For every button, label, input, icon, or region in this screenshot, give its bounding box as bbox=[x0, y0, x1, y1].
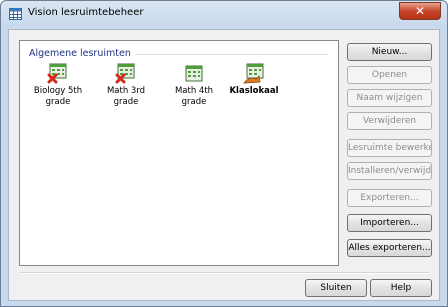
grid-icon bbox=[9, 8, 22, 20]
group-title: Algemene lesruimten bbox=[29, 48, 135, 59]
list-item[interactable]: Math 4th grade bbox=[164, 63, 224, 107]
item-label-line1: Biology 5th bbox=[33, 86, 83, 96]
rename-button[interactable]: Naam wijzigen bbox=[347, 89, 432, 107]
window-title: Vision lesruimtebeheer bbox=[28, 7, 144, 18]
import-button[interactable]: Importeren... bbox=[347, 214, 432, 232]
classroom-list[interactable]: Algemene lesruimten Biology 5th grade Ma… bbox=[19, 40, 339, 266]
classroom-shared-icon bbox=[243, 63, 264, 84]
close-dialog-button[interactable]: Sluiten bbox=[305, 279, 367, 297]
close-button[interactable]: ✕ bbox=[399, 2, 441, 20]
item-label-line1: Math 3rd bbox=[106, 86, 146, 96]
group-header: Algemene lesruimten bbox=[29, 48, 329, 60]
edit-classroom-button[interactable]: Lesruimte bewerken bbox=[347, 139, 432, 157]
footer-divider bbox=[19, 272, 429, 274]
classroom-error-icon bbox=[47, 63, 67, 84]
new-button[interactable]: Nieuw... bbox=[347, 43, 432, 61]
help-button[interactable]: Help bbox=[370, 279, 432, 297]
classroom-error-icon bbox=[115, 63, 135, 84]
open-button[interactable]: Openen bbox=[347, 66, 432, 84]
item-label-line2: grade bbox=[45, 97, 71, 107]
export-button[interactable]: Exporteren... bbox=[347, 189, 432, 207]
list-item[interactable]: Klaslokaal bbox=[224, 63, 284, 96]
title-bar[interactable]: Vision lesruimtebeheer ✕ bbox=[1, 1, 447, 27]
dialog-client-area: Algemene lesruimten Biology 5th grade Ma… bbox=[8, 29, 440, 301]
close-icon: ✕ bbox=[414, 4, 426, 18]
item-label-line1: Math 4th bbox=[174, 86, 214, 96]
list-item[interactable]: Biology 5th grade bbox=[28, 63, 88, 107]
item-label-line1: Klaslokaal bbox=[229, 86, 279, 96]
list-item[interactable]: Math 3rd grade bbox=[96, 63, 156, 107]
dialog-window: Vision lesruimtebeheer ✕ Algemene lesrui… bbox=[0, 0, 448, 307]
delete-button[interactable]: Verwijderen bbox=[347, 112, 432, 130]
classroom-icon bbox=[185, 65, 203, 82]
export-all-button[interactable]: Alles exporteren... bbox=[347, 239, 432, 257]
install-remove-button[interactable]: Installeren/verwijderen... bbox=[347, 162, 432, 180]
item-label-line2: grade bbox=[113, 97, 139, 107]
item-label-line2: grade bbox=[181, 97, 207, 107]
